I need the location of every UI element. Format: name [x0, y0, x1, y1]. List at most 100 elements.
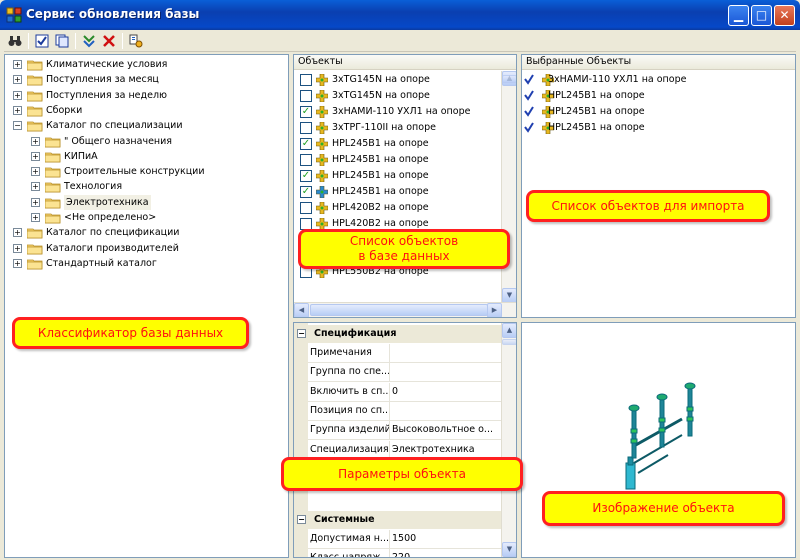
- property-row[interactable]: Группа по спе...: [308, 363, 501, 383]
- import-icon: [83, 35, 95, 48]
- property-row[interactable]: Группа изделий Высоковольтное о...: [308, 421, 501, 441]
- scroll-down-arrow-icon[interactable]: ▼: [502, 288, 516, 303]
- folder-icon: [27, 121, 43, 132]
- tree-item[interactable]: + Сборки: [5, 103, 285, 118]
- expand-icon[interactable]: +: [13, 90, 22, 100]
- tree-item[interactable]: − Каталог по специализации: [5, 118, 285, 133]
- object-checkbox[interactable]: ✓: [300, 106, 312, 118]
- selected-objects-list[interactable]: Выбранные Объекты 3xНАМИ-110 УХЛ1 на опо…: [521, 54, 796, 318]
- expand-icon[interactable]: +: [31, 136, 40, 146]
- expand-icon[interactable]: +: [31, 197, 40, 207]
- settings-icon: [129, 34, 143, 48]
- expand-icon[interactable]: +: [13, 60, 22, 69]
- property-row[interactable]: Примечания: [308, 344, 501, 363]
- property-grid[interactable]: ▲ ▼ − Спецификация Примечания Группа по спе…: [293, 322, 517, 558]
- object-label: HPL245B1 на опоре: [332, 186, 429, 197]
- props-vscroll[interactable]: ▲ ▼: [501, 323, 516, 557]
- folder-icon: [27, 106, 43, 117]
- classifier-tree[interactable]: + Климатические условия + Поступления за ме…: [4, 54, 289, 558]
- callout-object-params: Параметры объекта: [281, 457, 523, 491]
- expand-icon[interactable]: +: [31, 213, 40, 222]
- object-label: HPL420B2 на опоре: [332, 202, 429, 213]
- selected-object-label: HPL245B1 на опоре: [548, 122, 645, 133]
- object-checkbox[interactable]: [300, 154, 312, 166]
- scroll-down-arrow-icon[interactable]: ▼: [502, 542, 516, 557]
- hscroll-thumb[interactable]: [310, 304, 488, 316]
- tree-item[interactable]: + Технология: [5, 179, 285, 194]
- tree-item[interactable]: + Поступления за месяц: [5, 72, 285, 87]
- property-value[interactable]: 0: [392, 383, 500, 401]
- expand-icon[interactable]: +: [31, 167, 40, 177]
- settings-button[interactable]: [127, 32, 145, 50]
- tree-item[interactable]: + Строительные конструкции: [5, 164, 285, 179]
- maximize-button[interactable]: □: [751, 5, 772, 26]
- tree-item[interactable]: + Поступления за неделю: [5, 88, 285, 103]
- tree-item[interactable]: + Каталоги производителей: [5, 241, 285, 256]
- toolbar: [4, 30, 796, 52]
- objects-list[interactable]: Объекты 3xTG145N на опоре 3xTG145N на опо…: [293, 54, 517, 318]
- property-value[interactable]: Высоковольтное о...: [392, 421, 500, 439]
- property-row[interactable]: Класс напряж... 220: [308, 549, 501, 557]
- object-checkbox[interactable]: ✓: [300, 186, 312, 198]
- tree-item[interactable]: + " Общего назначения: [5, 134, 285, 149]
- scroll-left-arrow-icon[interactable]: ◀: [294, 303, 309, 317]
- property-category[interactable]: − Системные: [294, 510, 501, 529]
- expand-icon[interactable]: +: [13, 105, 22, 115]
- expand-icon[interactable]: +: [13, 228, 22, 238]
- delete-icon: [103, 35, 115, 47]
- expand-icon[interactable]: +: [13, 243, 22, 253]
- expand-icon[interactable]: +: [13, 258, 22, 268]
- scroll-thumb[interactable]: [502, 75, 516, 83]
- object-checkbox[interactable]: [300, 122, 312, 134]
- property-value[interactable]: Электротехника: [392, 441, 500, 459]
- tree-item[interactable]: + Климатические условия: [5, 57, 285, 72]
- scroll-thumb[interactable]: [502, 339, 516, 345]
- tree-item[interactable]: + КИПиА: [5, 149, 285, 164]
- minimize-button[interactable]: ▁: [728, 5, 749, 26]
- property-value[interactable]: 220: [392, 549, 500, 557]
- objects-header[interactable]: Объекты: [294, 55, 516, 70]
- tree-item[interactable]: + Каталог по спецификации: [5, 225, 285, 240]
- object-checkbox[interactable]: [300, 202, 312, 214]
- tree-item[interactable]: + <Не определено>: [5, 210, 285, 225]
- object-checkbox[interactable]: [300, 74, 312, 86]
- object-label: 3xTG145N на опоре: [332, 90, 430, 101]
- expand-icon[interactable]: +: [31, 182, 40, 192]
- delete-button[interactable]: [100, 32, 118, 50]
- object-label: HPL245B1 на опоре: [332, 154, 429, 165]
- property-row[interactable]: Допустимая н... 1500: [308, 529, 501, 549]
- equipment-icon: [316, 74, 328, 86]
- tree-item-label: " Общего назначения: [64, 135, 173, 147]
- property-name: Группа по спе...: [308, 363, 390, 382]
- callout-objects-list: Список объектов в базе данных: [298, 229, 510, 269]
- toolbar-separator: [122, 33, 123, 49]
- selected-objects-header[interactable]: Выбранные Объекты: [522, 55, 795, 70]
- check-all-button[interactable]: [33, 32, 51, 50]
- copy-button[interactable]: [53, 32, 71, 50]
- scroll-right-arrow-icon[interactable]: ▶: [487, 303, 502, 317]
- tree-item[interactable]: + Стандартный каталог: [5, 256, 285, 271]
- collapse-icon[interactable]: −: [297, 329, 306, 338]
- collapse-icon[interactable]: −: [13, 121, 22, 131]
- window-title: Сервис обновления базы: [26, 7, 200, 21]
- property-value[interactable]: 1500: [392, 530, 500, 548]
- collapse-icon[interactable]: −: [297, 514, 306, 524]
- object-checkbox[interactable]: [300, 90, 312, 102]
- close-button[interactable]: ✕: [774, 5, 795, 26]
- object-label: 3xTG145N на опоре: [332, 74, 430, 85]
- scroll-up-arrow-icon[interactable]: ▲: [502, 323, 516, 338]
- objects-hscroll[interactable]: ◀ ▶: [294, 302, 516, 317]
- property-category-title: Системные: [314, 513, 375, 525]
- expand-icon[interactable]: +: [31, 151, 40, 161]
- property-row[interactable]: Позиция по сп...: [308, 401, 501, 421]
- tree-item[interactable]: + Электротехника: [5, 194, 285, 210]
- property-row[interactable]: Включить в сп... 0: [308, 382, 501, 402]
- import-button[interactable]: [80, 32, 98, 50]
- property-category[interactable]: − Спецификация: [294, 325, 501, 343]
- equipment-icon: [316, 202, 328, 214]
- object-checkbox[interactable]: ✓: [300, 170, 312, 182]
- find-button[interactable]: [6, 32, 24, 50]
- expand-icon[interactable]: +: [13, 75, 22, 85]
- object-checkbox[interactable]: ✓: [300, 138, 312, 150]
- object-label: 3xНАМИ-110 УХЛ1 на опоре: [332, 106, 471, 117]
